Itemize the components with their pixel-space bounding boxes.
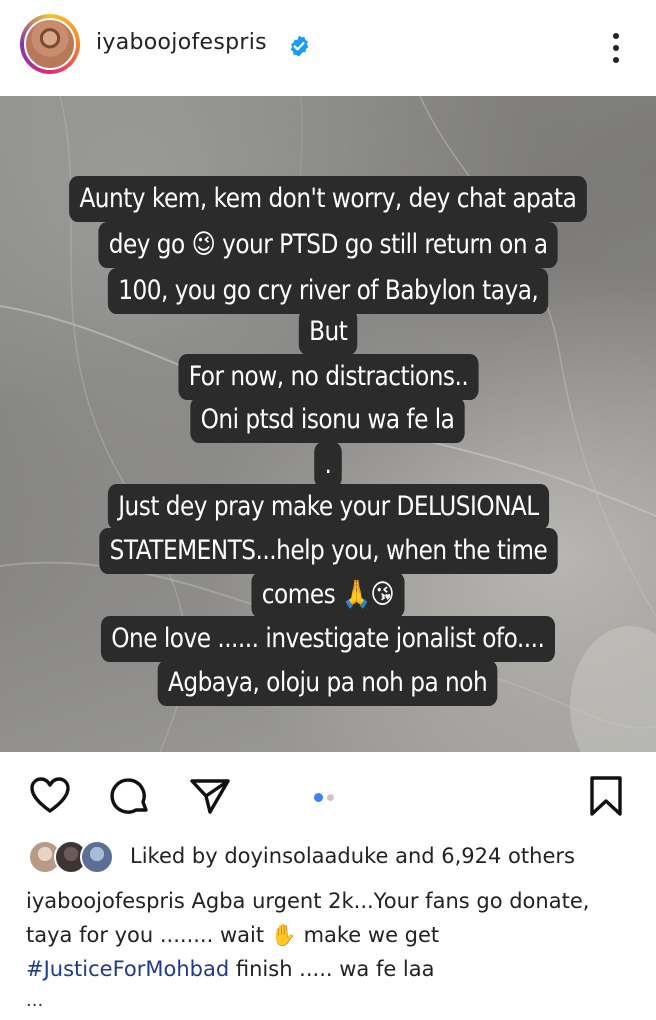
likes-text: Liked by doyinsolaaduke and 6,924 others [130,844,575,868]
carousel-indicator [314,787,338,806]
avatar[interactable] [24,18,76,70]
send-icon[interactable] [188,774,232,818]
likes-row[interactable]: Liked by doyinsolaaduke and 6,924 others [0,836,656,880]
carousel-dot[interactable] [327,794,334,801]
heart-icon[interactable] [28,774,72,818]
likes-suffix[interactable]: and 6,924 others [388,844,575,868]
story-text-line: comes 🙏😘 [251,572,405,618]
more-vertical-icon[interactable] [604,30,628,66]
story-text-line: . [314,442,342,488]
post-username[interactable]: iyaboojofespris [96,30,267,55]
post-image[interactable]: Aunty kem, kem don't worry, dey chat apa… [0,96,656,752]
hashtag-link[interactable]: #JusticeForMohbad [26,957,229,981]
caption-username[interactable]: iyaboojofespris [26,889,185,913]
caption-text-end: finish ..... wa fe laa [229,957,435,981]
caption-more[interactable]: ... [26,990,43,1011]
story-text-line: 100, you go cry river of Babylon taya, [107,268,549,314]
story-text-line: One love ...... investigate jonalist ofo… [101,616,555,662]
story-ring[interactable] [20,14,80,74]
story-text-line: STATEMENTS...help you, when the time [98,528,558,574]
verified-badge-icon [290,35,309,57]
story-text-line: For now, no distractions.. [177,354,479,400]
comment-icon[interactable] [108,774,152,818]
liker-username[interactable]: doyinsolaaduke [224,844,388,868]
story-text-line: dey go 😉 your PTSD go still return on a [98,222,558,268]
story-text-line: Aunty kem, kem don't worry, dey chat apa… [69,176,587,222]
liker-avatar [80,840,114,874]
story-text-line: Agbaya, oloju pa noh pa noh [158,660,498,706]
post-caption: iyaboojofespris Agba urgent 2k...Your fa… [26,884,636,986]
post-header: iyaboojofespris [0,0,656,96]
carousel-dot-active[interactable] [314,793,323,802]
story-text-line: But [298,309,358,355]
likes-prefix: Liked by [130,844,225,868]
bookmark-icon[interactable] [584,774,628,818]
story-text-line: Just dey pray make your DELUSIONAL [107,484,549,530]
story-text-line: Oni ptsd isonu wa fe la [190,397,466,443]
